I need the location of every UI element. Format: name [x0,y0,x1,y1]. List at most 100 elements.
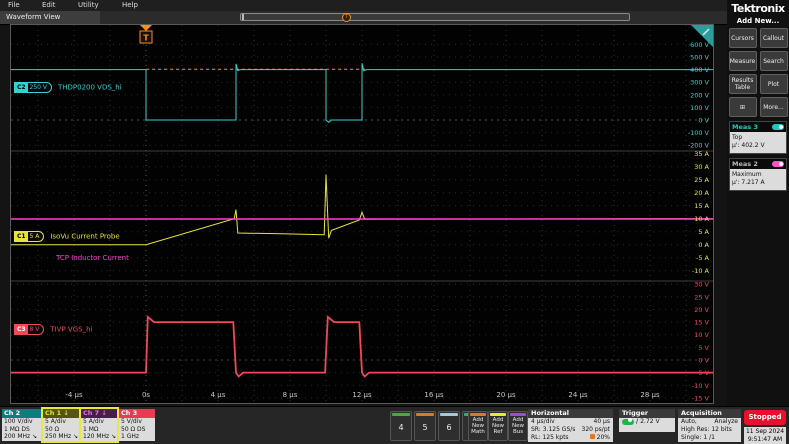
sample-rate: SR: 3.125 GS/s [531,426,576,433]
plot-button[interactable]: Plot [759,74,788,94]
trigger-title: Trigger [619,409,675,418]
meas-3-card[interactable]: Meas 3 Top µ': 402.2 V [729,121,787,154]
sidebar-buttons: Cursors Callout Measure Search Results T… [727,28,789,117]
cursors-button[interactable]: Cursors [728,28,757,48]
meas-3-title: Meas 3 [732,123,758,131]
run-stop-status-button[interactable]: Stopped [744,410,786,425]
channel-1-name: IsoVu Current Probe [50,232,120,241]
wave-4-label: 4 [398,423,404,432]
ch2-badge[interactable]: Ch 2 100 V/div 1 MΩ DS 200 MHz ↘ [2,409,41,441]
acquisition-resolution: High Res: 12 bits [681,426,732,433]
acquisition-badge[interactable]: Acquisition Auto, Analyze High Res: 12 bi… [678,409,741,442]
add-new-ref-button[interactable]: Add New Ref [488,411,508,441]
svg-text:16 µs: 16 µs [424,391,444,399]
svg-text:5 A: 5 A [698,228,709,236]
svg-text:5 V: 5 V [698,344,709,352]
svg-text:25 A: 25 A [694,176,709,184]
callout-button[interactable]: Callout [759,28,788,48]
menu-bar: File Edit Utility Help [0,0,789,11]
menu-edit[interactable]: Edit [42,1,56,9]
meas-2-header[interactable]: Meas 2 [730,159,786,169]
add-new-bus-label: Add New Bus [512,417,524,435]
add-new-bus-button[interactable]: Add New Bus [508,411,528,441]
scrollbar-left-handle[interactable] [242,14,247,20]
channel-1-label[interactable]: C1 5 A IsoVu Current Probe [14,231,120,242]
meas-2-card[interactable]: Meas 2 Maximum µ': 7.217 A [729,158,787,191]
menu-utility[interactable]: Utility [78,1,99,9]
svg-text:0 V: 0 V [698,357,709,365]
trigger-badge[interactable]: Trigger / 2.72 V [619,409,675,432]
waveform-view-plot[interactable]: 600 V 500 V 400 V 300 V 200 V 100 V 0 V -100 V -… [10,24,714,404]
rising-edge-icon: / [636,418,639,425]
trigger-position-icon[interactable]: T [342,13,351,22]
measure-button[interactable]: Measure [728,51,757,71]
acquisition-title: Acquisition [678,409,741,418]
ref-color-stripe [490,413,506,416]
horizontal-window: 40 µs [593,418,611,425]
svg-text:300 V: 300 V [690,79,709,87]
search-button[interactable]: Search [759,51,788,71]
menu-help[interactable]: Help [122,1,138,9]
date-label: 11 Sep 2024 [745,428,785,435]
ch7-badge-title: Ch 7 ↓ [81,409,117,418]
ch3-bandwidth: 1 GHz [121,433,140,440]
tektronix-logo: Tektronix [731,2,785,15]
svg-text:8 µs: 8 µs [283,391,298,399]
channel-1-badge[interactable]: C1 5 A [14,231,45,242]
svg-text:200 V: 200 V [690,91,709,99]
wave-4-color-stripe [392,413,410,416]
ch3-termination: 50 Ω DS [121,425,146,433]
ch3-badge-title: Ch 3 [119,409,155,418]
trigger-toggle[interactable] [622,418,634,425]
meas-2-toggle[interactable] [772,161,784,167]
meas-3-body: Top µ': 402.2 V [730,132,786,153]
bus-color-stripe [510,413,526,416]
channel-2-badge[interactable]: C2 250 V [14,82,52,93]
more-button[interactable]: More... [759,97,788,117]
ch1-scale: 5 A/div [45,418,66,425]
wave-4-button[interactable]: 4 [390,411,412,441]
results-table-button[interactable]: Results Table [728,74,757,94]
pan-icon [589,434,595,439]
svg-text:15 A: 15 A [694,202,709,210]
meas-3-toggle[interactable] [772,124,784,130]
horizontal-badge[interactable]: Horizontal 4 µs/div 40 µs SR: 3.125 GS/s 3… [528,409,613,442]
svg-text:400 V: 400 V [690,66,709,74]
channel-3-badge[interactable]: C3 8 V [14,324,45,335]
wave-5-button[interactable]: 5 [414,411,436,441]
add-new-math-button[interactable]: Add New Math [468,411,488,441]
tab-waveform-view[interactable]: Waveform View [0,11,100,24]
oscilloscope-app: File Edit Utility Help Waveform View T 6… [0,0,789,444]
channel-3-id: C3 [15,325,28,334]
svg-text:12 µs: 12 µs [352,391,372,399]
channel-2-label[interactable]: C2 250 V THDP0200 VDS_hi [14,82,122,93]
wave-6-label: 6 [446,423,452,432]
horizontal-pan-scrollbar[interactable]: T [240,13,630,22]
svg-text:20 µs: 20 µs [496,391,516,399]
channel-3-label[interactable]: C3 8 V TIVP VGS_hi [14,324,92,335]
meas-3-header[interactable]: Meas 3 [730,122,786,132]
ch3-scale: 5 V/div [121,418,142,425]
svg-text:-10 A: -10 A [692,267,710,275]
ch1-bandwidth: 250 MHz ↘ [45,433,79,440]
record-length: RL: 125 kpts [531,434,569,441]
ch7-badge[interactable]: Ch 7 ↓ 5 A/div 1 MΩ 120 MHz ↘ [79,407,119,443]
svg-text:-200 V: -200 V [688,142,710,150]
horizontal-title: Horizontal [528,409,613,418]
acquisition-mode: Auto, [681,418,697,425]
menu-file[interactable]: File [8,1,20,9]
wave-6-button[interactable]: 6 [438,411,460,441]
ch3-badge[interactable]: Ch 3 5 V/div 50 Ω DS 1 GHz [119,409,155,441]
svg-text:30 A: 30 A [694,163,709,171]
channel-3-name: TIVP VGS_hi [50,325,93,334]
draw-a-box-icon[interactable]: ⊞ [728,97,757,117]
meas-3-value: µ': 402.2 V [732,142,765,149]
svg-text:10 V: 10 V [694,331,709,339]
ch2-bandwidth: 200 MHz ↘ [4,433,38,440]
wave-5-label: 5 [422,423,428,432]
channel-7-label[interactable]: TCP Inductor Current [56,254,129,262]
ch1-badge[interactable]: Ch 1 ↓ 5 A/div 50 Ω 250 MHz ↘ [41,407,81,443]
meas-2-body: Maximum µ': 7.217 A [730,169,786,190]
svg-text:24 µs: 24 µs [568,391,588,399]
meas-3-kind: Top [732,134,743,141]
